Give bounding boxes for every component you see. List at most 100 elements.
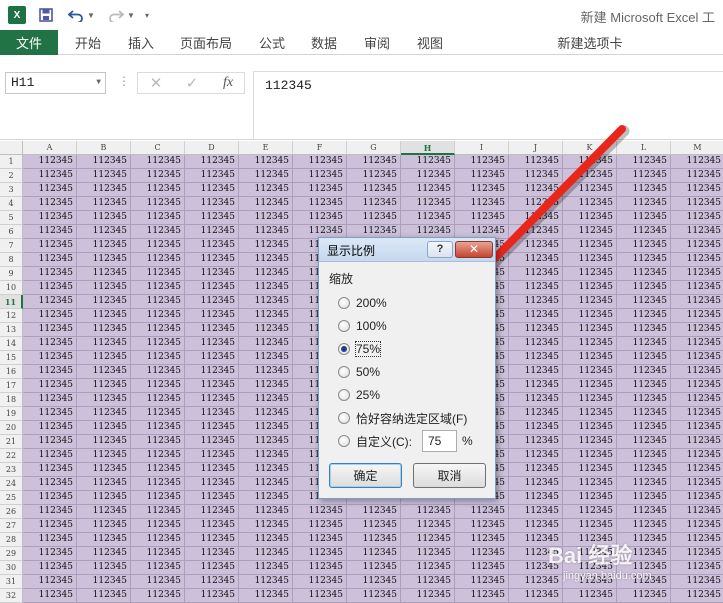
dialog-title-bar[interactable]: 显示比例 ? ✕ xyxy=(319,238,495,262)
grid-cell[interactable]: 112345 xyxy=(401,505,455,519)
grid-cell[interactable]: 112345 xyxy=(455,519,509,533)
grid-cell[interactable]: 112345 xyxy=(131,463,185,477)
grid-cell[interactable]: 112345 xyxy=(617,267,671,281)
grid-cell[interactable]: 112345 xyxy=(239,449,293,463)
grid-cell[interactable]: 112345 xyxy=(77,477,131,491)
grid-cell[interactable]: 112345 xyxy=(347,589,401,603)
grid-cell[interactable]: 112345 xyxy=(239,407,293,421)
grid-cell[interactable]: 112345 xyxy=(239,169,293,183)
grid-cell[interactable]: 112345 xyxy=(23,547,77,561)
grid-cell[interactable]: 112345 xyxy=(185,323,239,337)
grid-cell[interactable]: 112345 xyxy=(77,491,131,505)
grid-cell[interactable]: 112345 xyxy=(23,407,77,421)
tab-data[interactable]: 数据 xyxy=(302,30,346,55)
grid-cell[interactable]: 112345 xyxy=(671,379,723,393)
radio-custom[interactable] xyxy=(338,435,350,447)
grid-cell[interactable]: 112345 xyxy=(671,155,723,169)
grid-cell[interactable]: 112345 xyxy=(131,561,185,575)
grid-cell[interactable]: 112345 xyxy=(347,169,401,183)
grid-cell[interactable]: 112345 xyxy=(617,295,671,309)
grid-cell[interactable]: 112345 xyxy=(617,155,671,169)
row-header[interactable]: 6 xyxy=(0,225,23,239)
grid-cell[interactable]: 112345 xyxy=(671,421,723,435)
grid-cell[interactable]: 112345 xyxy=(131,421,185,435)
row-header[interactable]: 25 xyxy=(0,491,23,505)
grid-cell[interactable]: 112345 xyxy=(239,533,293,547)
grid-cell[interactable]: 112345 xyxy=(239,365,293,379)
grid-cell[interactable]: 112345 xyxy=(293,575,347,589)
grid-cell[interactable]: 112345 xyxy=(239,505,293,519)
grid-cell[interactable]: 112345 xyxy=(77,421,131,435)
row-header[interactable]: 26 xyxy=(0,505,23,519)
grid-cell[interactable]: 112345 xyxy=(77,463,131,477)
grid-cell[interactable]: 112345 xyxy=(131,575,185,589)
grid-cell[interactable]: 112345 xyxy=(23,267,77,281)
name-box[interactable]: H11 ▼ xyxy=(5,72,106,94)
grid-cell[interactable]: 112345 xyxy=(239,351,293,365)
grid-cell[interactable]: 112345 xyxy=(239,477,293,491)
redo-dropdown-icon[interactable]: ▼ xyxy=(126,5,136,25)
grid-cell[interactable]: 112345 xyxy=(563,309,617,323)
grid-cell[interactable]: 112345 xyxy=(239,211,293,225)
grid-cell[interactable]: 112345 xyxy=(185,477,239,491)
grid-cell[interactable]: 112345 xyxy=(671,519,723,533)
grid-cell[interactable]: 112345 xyxy=(23,505,77,519)
grid-cell[interactable]: 112345 xyxy=(185,351,239,365)
grid-cell[interactable]: 112345 xyxy=(293,211,347,225)
grid-cell[interactable]: 112345 xyxy=(131,309,185,323)
grid-cell[interactable]: 112345 xyxy=(131,295,185,309)
grid-cell[interactable]: 112345 xyxy=(617,253,671,267)
grid-cell[interactable]: 112345 xyxy=(131,519,185,533)
grid-cell[interactable]: 112345 xyxy=(77,365,131,379)
radio-25[interactable] xyxy=(338,389,350,401)
grid-cell[interactable]: 112345 xyxy=(23,295,77,309)
grid-cell[interactable]: 112345 xyxy=(509,337,563,351)
grid-cell[interactable]: 112345 xyxy=(563,421,617,435)
grid-cell[interactable]: 112345 xyxy=(23,183,77,197)
row-header[interactable]: 9 xyxy=(0,267,23,281)
grid-cell[interactable]: 112345 xyxy=(239,295,293,309)
grid-cell[interactable]: 112345 xyxy=(401,533,455,547)
grid-cell[interactable]: 112345 xyxy=(23,561,77,575)
grid-cell[interactable]: 112345 xyxy=(131,197,185,211)
grid-cell[interactable]: 112345 xyxy=(563,267,617,281)
grid-cell[interactable]: 112345 xyxy=(347,519,401,533)
grid-cell[interactable]: 112345 xyxy=(77,379,131,393)
row-header[interactable]: 22 xyxy=(0,449,23,463)
redo-icon[interactable] xyxy=(106,5,126,25)
grid-cell[interactable]: 112345 xyxy=(239,337,293,351)
grid-cell[interactable]: 112345 xyxy=(509,225,563,239)
insert-function-icon[interactable]: fx xyxy=(214,73,242,93)
grid-cell[interactable]: 112345 xyxy=(77,407,131,421)
grid-cell[interactable]: 112345 xyxy=(455,533,509,547)
grid-cell[interactable]: 112345 xyxy=(239,421,293,435)
grid-cell[interactable]: 112345 xyxy=(671,393,723,407)
option-50[interactable]: 50% xyxy=(338,364,380,380)
grid-cell[interactable]: 112345 xyxy=(617,351,671,365)
radio-75-selected[interactable] xyxy=(338,343,350,355)
grid-cell[interactable]: 112345 xyxy=(239,561,293,575)
grid-cell[interactable]: 112345 xyxy=(509,393,563,407)
formula-input[interactable]: 112345 xyxy=(253,71,723,139)
grid-cell[interactable]: 112345 xyxy=(23,155,77,169)
grid-cell[interactable]: 112345 xyxy=(131,505,185,519)
grid-cell[interactable]: 112345 xyxy=(23,351,77,365)
grid-cell[interactable]: 112345 xyxy=(671,351,723,365)
grid-cell[interactable]: 112345 xyxy=(185,491,239,505)
grid-cell[interactable]: 112345 xyxy=(77,225,131,239)
grid-cell[interactable]: 112345 xyxy=(509,239,563,253)
formula-bar-grip-icon[interactable]: ⋮ xyxy=(118,74,130,88)
row-header[interactable]: 21 xyxy=(0,435,23,449)
row-header[interactable]: 20 xyxy=(0,421,23,435)
grid-cell[interactable]: 112345 xyxy=(509,421,563,435)
grid-cell[interactable]: 112345 xyxy=(401,155,455,169)
grid-cell[interactable]: 112345 xyxy=(563,281,617,295)
grid-cell[interactable]: 112345 xyxy=(617,197,671,211)
grid-cell[interactable]: 112345 xyxy=(23,239,77,253)
cancel-formula-icon[interactable]: ✕ xyxy=(142,73,170,93)
close-button[interactable]: ✕ xyxy=(455,241,493,258)
grid-cell[interactable]: 112345 xyxy=(77,183,131,197)
grid-cell[interactable]: 112345 xyxy=(239,547,293,561)
grid-cell[interactable]: 112345 xyxy=(617,281,671,295)
grid-cell[interactable]: 112345 xyxy=(239,575,293,589)
